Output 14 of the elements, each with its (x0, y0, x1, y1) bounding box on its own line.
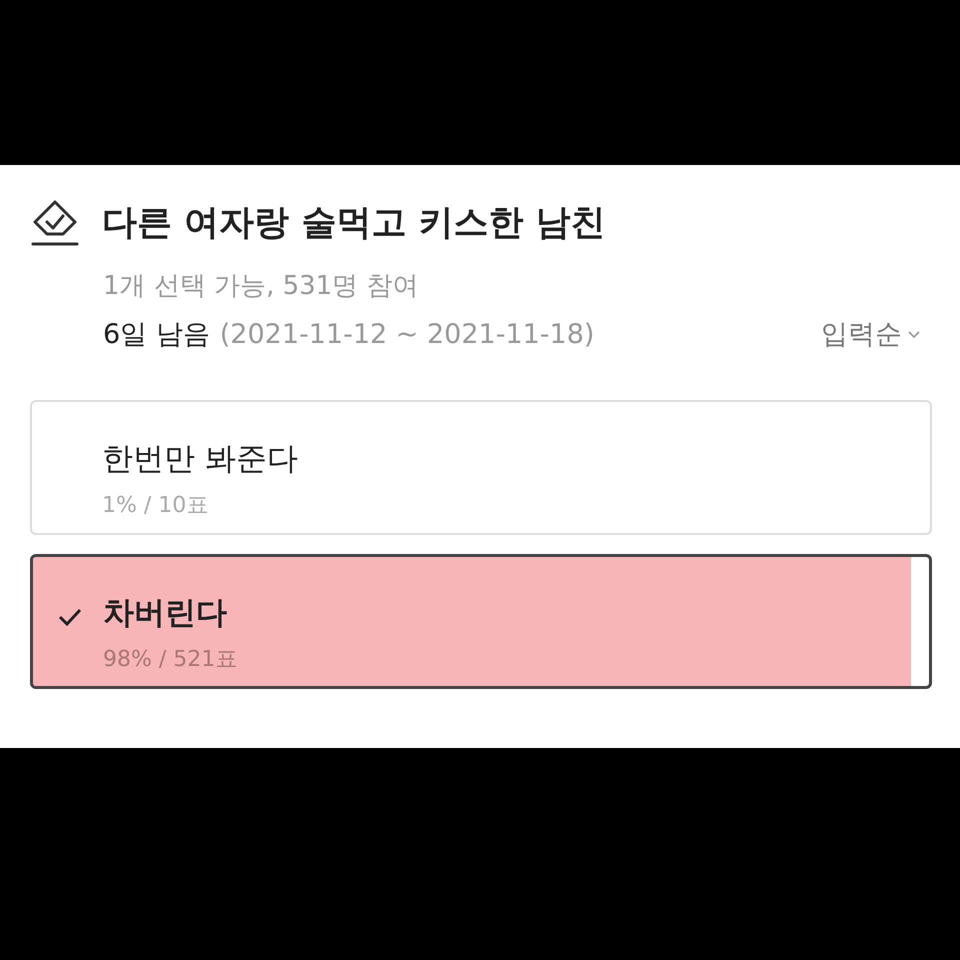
poll-option[interactable]: 한번만 봐준다 1% / 10표 (30, 400, 932, 535)
poll-info: 1개 선택 가능, 531명 참여 (103, 273, 418, 299)
option-result: 1% / 10표 (102, 495, 210, 517)
option-label: 한번만 봐준다 (102, 444, 299, 475)
remaining-days: 6일 남음 (103, 321, 210, 348)
poll-title: 다른 여자랑 술먹고 키스한 남친 (102, 206, 606, 240)
check-icon (58, 608, 82, 626)
option-label: 차버린다 (103, 598, 228, 629)
poll-check-icon (30, 199, 80, 247)
sort-dropdown[interactable]: 입력순 (821, 321, 920, 348)
poll-period: (2021-11-12 ~ 2021-11-18) (220, 321, 594, 348)
option-result: 98% / 521표 (103, 649, 238, 671)
poll-option[interactable]: 차버린다 98% / 521표 (30, 554, 932, 689)
chevron-down-icon (908, 330, 920, 338)
